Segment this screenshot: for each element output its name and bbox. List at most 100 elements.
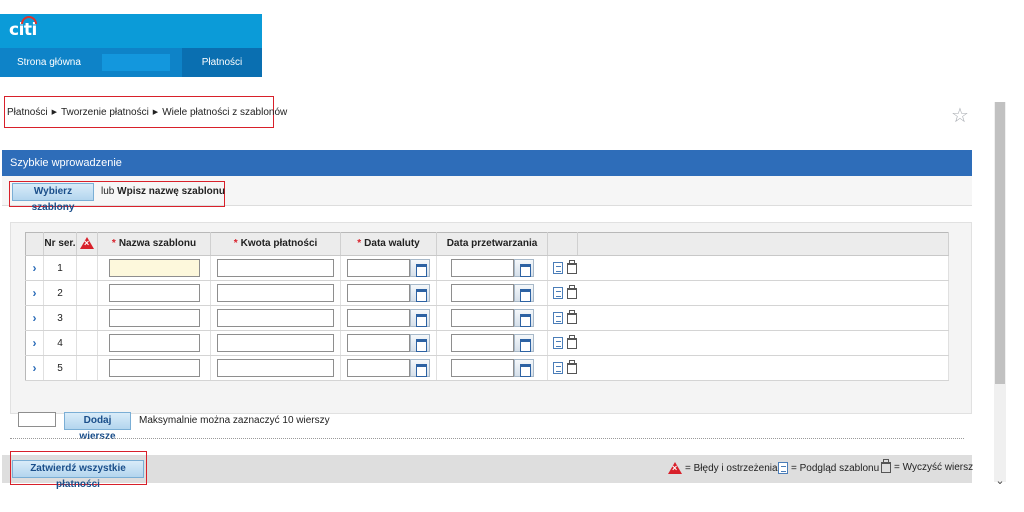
calendar-icon[interactable] — [410, 359, 430, 377]
add-rows-button[interactable]: Dodaj wiersze — [64, 412, 131, 442]
select-templates-button[interactable]: Wybierz szablony — [12, 183, 94, 213]
expand-row-icon[interactable]: › — [25, 330, 44, 356]
row-status — [76, 330, 98, 356]
clear-row-icon[interactable] — [567, 284, 577, 299]
required-asterisk: * — [233, 238, 238, 249]
process-date-input[interactable] — [450, 334, 514, 352]
preview-template-icon[interactable] — [553, 262, 563, 274]
expand-row-icon[interactable]: › — [25, 280, 44, 306]
nav-item-placeholder[interactable] — [102, 54, 170, 71]
breadcrumb: Płatności ▶ Tworzenie płatności ▶ Wiele płat… — [7, 107, 287, 118]
expand-row-icon[interactable]: › — [25, 255, 44, 281]
table-row: › 2 — [25, 280, 949, 306]
preview-template-icon — [778, 462, 788, 474]
clear-row-icon[interactable] — [567, 259, 577, 274]
nav-payments[interactable]: Płatności — [182, 48, 262, 77]
amount-input[interactable] — [217, 309, 334, 327]
row-status — [76, 280, 98, 306]
table-row: › 5 — [25, 355, 949, 381]
type-template-name-link[interactable]: Wpisz nazwę szablonu — [117, 186, 225, 197]
value-date-input[interactable] — [347, 259, 410, 277]
scroll-down-icon[interactable]: ⌄ — [994, 474, 1006, 487]
calendar-icon[interactable] — [410, 309, 430, 327]
process-date-input[interactable] — [450, 259, 514, 277]
clear-row-icon[interactable] — [567, 309, 577, 324]
calendar-icon[interactable] — [513, 259, 534, 277]
error-warning-icon — [668, 462, 682, 474]
row-filler — [577, 355, 949, 381]
template-name-input[interactable] — [108, 359, 200, 377]
calendar-icon[interactable] — [410, 284, 430, 302]
row-status — [76, 355, 98, 381]
clear-row-icon[interactable] — [567, 334, 577, 349]
template-name-input[interactable] — [108, 334, 200, 352]
col-filler — [577, 232, 949, 256]
nav-home[interactable]: Strona główna — [17, 48, 81, 77]
process-date-input[interactable] — [450, 359, 514, 377]
process-date-input[interactable] — [450, 309, 514, 327]
process-date-input[interactable] — [450, 284, 514, 302]
calendar-icon[interactable] — [410, 259, 430, 277]
value-date-input[interactable] — [347, 284, 410, 302]
legend-errors-label: = Błędy i ostrzeżenia — [685, 462, 778, 474]
col-actions — [547, 232, 578, 256]
col-errors — [76, 232, 98, 256]
amount-input[interactable] — [217, 359, 334, 377]
row-count-input[interactable] — [18, 412, 56, 427]
legend-clear-label: = Wyczyść wiersz — [894, 462, 974, 473]
col-process-date: Data przetwarzania — [436, 232, 548, 256]
clear-row-icon — [881, 459, 891, 473]
scrollbar-thumb[interactable] — [995, 102, 1005, 384]
legend-preview-label: = Podgląd szablonu — [791, 462, 880, 474]
favorite-star-icon[interactable]: ☆ — [951, 103, 969, 128]
row-number: 3 — [43, 305, 77, 331]
breadcrumb-payments[interactable]: Płatności — [7, 107, 48, 118]
calendar-icon[interactable] — [513, 309, 534, 327]
col-amount: * Kwota płatności — [210, 232, 341, 256]
preview-template-icon[interactable] — [553, 362, 563, 374]
amount-input[interactable] — [217, 334, 334, 352]
template-name-input[interactable] — [108, 259, 200, 277]
preview-template-icon[interactable] — [553, 312, 563, 324]
calendar-icon[interactable] — [410, 334, 430, 352]
breadcrumb-create-payment[interactable]: Tworzenie płatności — [61, 107, 149, 118]
table-row: › 4 — [25, 330, 949, 356]
col-value-date-label: Data waluty — [364, 238, 420, 249]
required-asterisk: * — [111, 238, 116, 249]
calendar-icon[interactable] — [513, 359, 534, 377]
max-rows-hint: Maksymalnie można zaznaczyć 10 wierszy — [139, 415, 330, 426]
preview-template-icon[interactable] — [553, 337, 563, 349]
breadcrumb-current: Wiele płatności z szablonów — [162, 107, 288, 118]
legend-errors: = Błędy i ostrzeżenia — [668, 462, 778, 474]
value-date-input[interactable] — [347, 334, 410, 352]
col-expand — [25, 232, 44, 256]
citi-logo[interactable]: citi — [9, 16, 37, 40]
row-filler — [577, 280, 949, 306]
confirm-all-payments-button[interactable]: Zatwierdź wszystkie płatności — [12, 460, 144, 490]
row-status — [76, 255, 98, 281]
breadcrumb-arrow-icon: ▶ — [51, 109, 57, 116]
row-filler — [577, 305, 949, 331]
amount-input[interactable] — [217, 284, 334, 302]
expand-row-icon[interactable]: › — [25, 355, 44, 381]
row-filler — [577, 255, 949, 281]
row-filler — [577, 330, 949, 356]
calendar-icon[interactable] — [513, 284, 534, 302]
template-name-input[interactable] — [108, 284, 200, 302]
required-asterisk: * — [357, 238, 362, 249]
row-number: 1 — [43, 255, 77, 281]
col-value-date: * Data waluty — [340, 232, 437, 256]
col-template-name: * Nazwa szablonu — [97, 232, 211, 256]
logo-arc-icon — [21, 16, 37, 24]
template-name-input[interactable] — [108, 309, 200, 327]
calendar-icon[interactable] — [513, 334, 534, 352]
value-date-input[interactable] — [347, 359, 410, 377]
value-date-input[interactable] — [347, 309, 410, 327]
clear-row-icon[interactable] — [567, 359, 577, 374]
expand-row-icon[interactable]: › — [25, 305, 44, 331]
preview-template-icon[interactable] — [553, 287, 563, 299]
breadcrumb-arrow-icon: ▶ — [152, 109, 159, 116]
table-row: › 1 — [25, 255, 949, 281]
amount-input[interactable] — [217, 259, 334, 277]
col-template-name-label: Nazwa szablonu — [118, 238, 197, 249]
